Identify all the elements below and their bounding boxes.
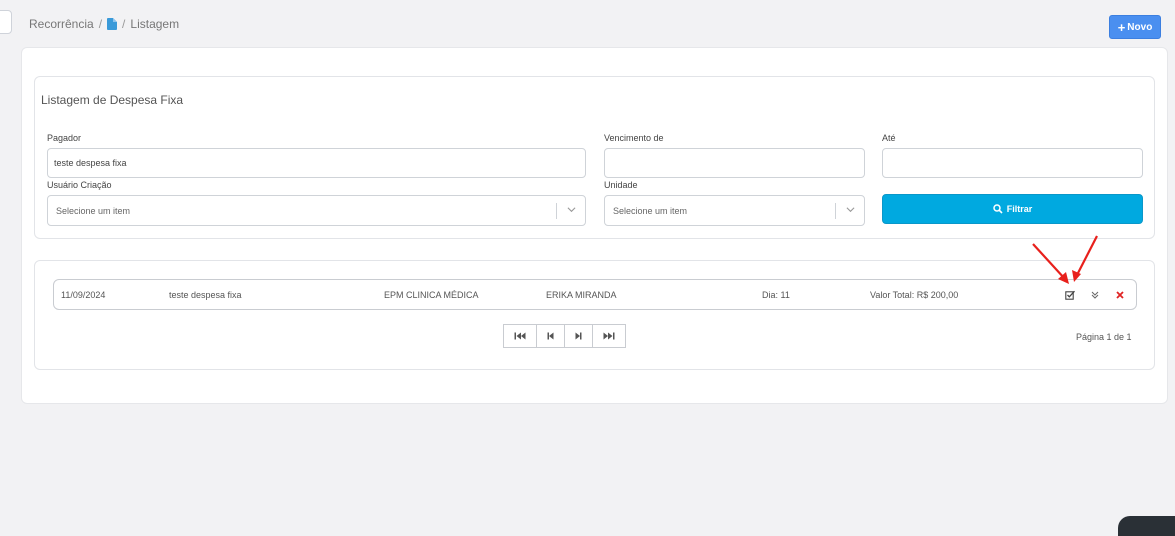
chat-widget-button[interactable] (1118, 516, 1175, 536)
chevron-down-icon[interactable] (567, 205, 576, 214)
new-button-label: Novo (1127, 21, 1153, 33)
prev-page-button[interactable] (536, 324, 565, 348)
last-page-button[interactable] (592, 324, 626, 348)
select-divider (556, 203, 557, 219)
row-date: 11/09/2024 (61, 290, 106, 300)
row-unidade: EPM CLINICA MÉDICA (384, 290, 479, 300)
red-arrows-annotation (1032, 235, 1098, 284)
new-button[interactable]: + Novo (1109, 15, 1161, 39)
breadcrumb-current: Listagem (130, 17, 180, 31)
ate-label: Até (882, 133, 896, 143)
usuario-label: Usuário Criação (47, 180, 112, 190)
last-page-icon (603, 332, 615, 340)
page-info: Página 1 de 1 (1076, 332, 1132, 342)
vencimento-input[interactable] (604, 148, 865, 178)
usuario-select[interactable]: Selecione um item (47, 195, 586, 226)
row-usuario: ERIKA MIRANDA (546, 290, 617, 300)
usuario-select-placeholder: Selecione um item (56, 205, 131, 216)
pagador-input-value: teste despesa fixa (54, 158, 127, 168)
edit-check-icon[interactable] (1065, 290, 1075, 300)
sidebar-toggle-button[interactable] (0, 10, 12, 34)
filter-button[interactable]: Filtrar (882, 194, 1143, 224)
breadcrumb-root[interactable]: Recorrência (29, 17, 94, 31)
unidade-label: Unidade (604, 180, 638, 190)
prev-page-icon (547, 332, 554, 340)
plus-icon: + (1117, 19, 1126, 35)
row-pagador: teste despesa fixa (169, 290, 242, 300)
vencimento-label: Vencimento de (604, 133, 664, 143)
breadcrumb: Recorrência / / Listagem (29, 17, 179, 31)
next-page-icon (575, 332, 582, 340)
close-icon[interactable] (1116, 291, 1124, 299)
pagador-label: Pagador (47, 133, 82, 143)
pagador-input[interactable]: teste despesa fixa (47, 148, 586, 178)
first-page-icon (514, 332, 526, 340)
list-card (34, 260, 1155, 370)
pagination (503, 324, 626, 348)
breadcrumb-separator: / (122, 17, 126, 31)
unidade-select[interactable]: Selecione um item (604, 195, 865, 226)
next-page-button[interactable] (564, 324, 593, 348)
chevron-down-icon[interactable] (846, 205, 855, 214)
double-chevron-down-icon[interactable] (1091, 290, 1099, 300)
row-dia: Dia: 11 (762, 290, 790, 300)
page-title: Listagem de Despesa Fixa (41, 93, 184, 107)
breadcrumb-separator: / (98, 17, 103, 31)
file-icon (107, 18, 118, 30)
search-icon (992, 204, 1003, 214)
select-divider (835, 203, 836, 219)
row-valor: Valor Total: R$ 200,00 (870, 290, 959, 300)
unidade-select-placeholder: Selecione um item (613, 205, 688, 216)
filter-button-label: Filtrar (1006, 204, 1033, 214)
ate-input[interactable] (882, 148, 1143, 178)
first-page-button[interactable] (503, 324, 537, 348)
